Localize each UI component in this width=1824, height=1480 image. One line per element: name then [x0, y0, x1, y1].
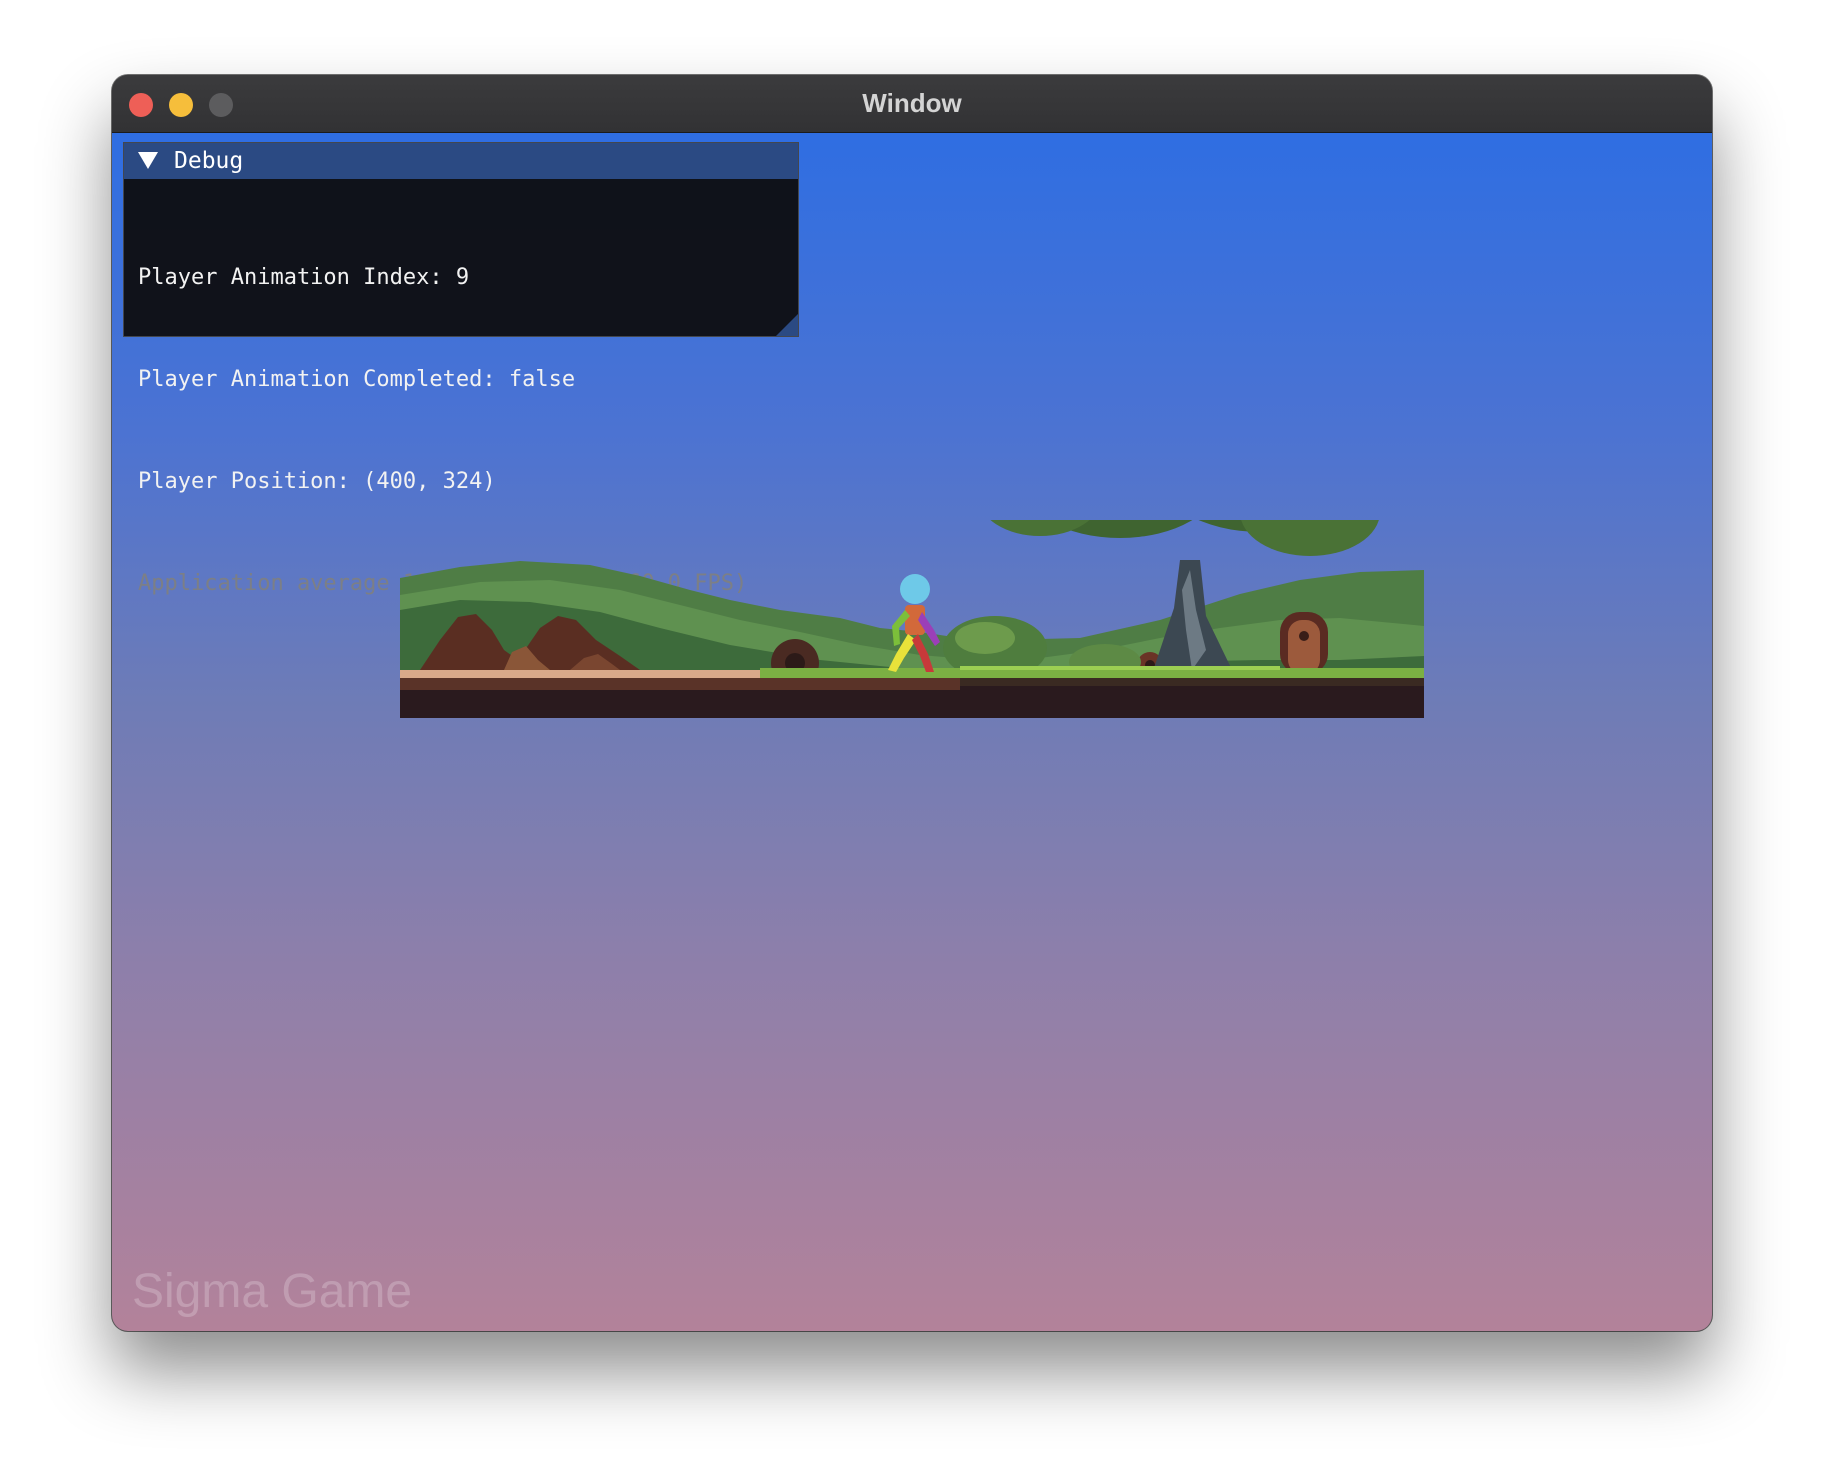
animation-completed-text: Player Animation Completed: false — [138, 367, 576, 392]
debug-panel-title: Debug — [174, 148, 244, 174]
door-knob — [1299, 631, 1309, 641]
animation-index-text: Player Animation Index: 9 — [138, 265, 470, 290]
scene-canvas — [400, 520, 1424, 718]
game-scene — [400, 520, 1424, 718]
player-position-text: Player Position: (400, 324) — [138, 469, 496, 494]
watermark-text: Sigma Game — [132, 1265, 413, 1318]
grass-platform-highlight — [960, 666, 1280, 670]
app-window: Window Debug Player Animation Index: 9 P… — [112, 75, 1712, 1331]
tree-canopy — [1241, 520, 1379, 556]
wooden-door-panel — [1288, 620, 1320, 674]
ground-soil-top — [960, 678, 1424, 686]
title-bar[interactable]: Window — [112, 75, 1712, 133]
debug-panel-header[interactable]: Debug — [124, 143, 798, 179]
window-title: Window — [862, 88, 962, 118]
collapse-arrow-icon[interactable] — [138, 152, 158, 169]
player-head — [900, 574, 930, 604]
debug-panel[interactable]: Debug Player Animation Index: 9 Player A… — [123, 142, 799, 596]
ground-soil-top — [400, 678, 960, 690]
game-viewport[interactable]: Debug Player Animation Index: 9 Player A… — [112, 133, 1712, 1331]
resize-grip-icon[interactable] — [776, 314, 798, 336]
bush-highlight — [955, 622, 1015, 654]
dirt-platform — [400, 670, 760, 678]
